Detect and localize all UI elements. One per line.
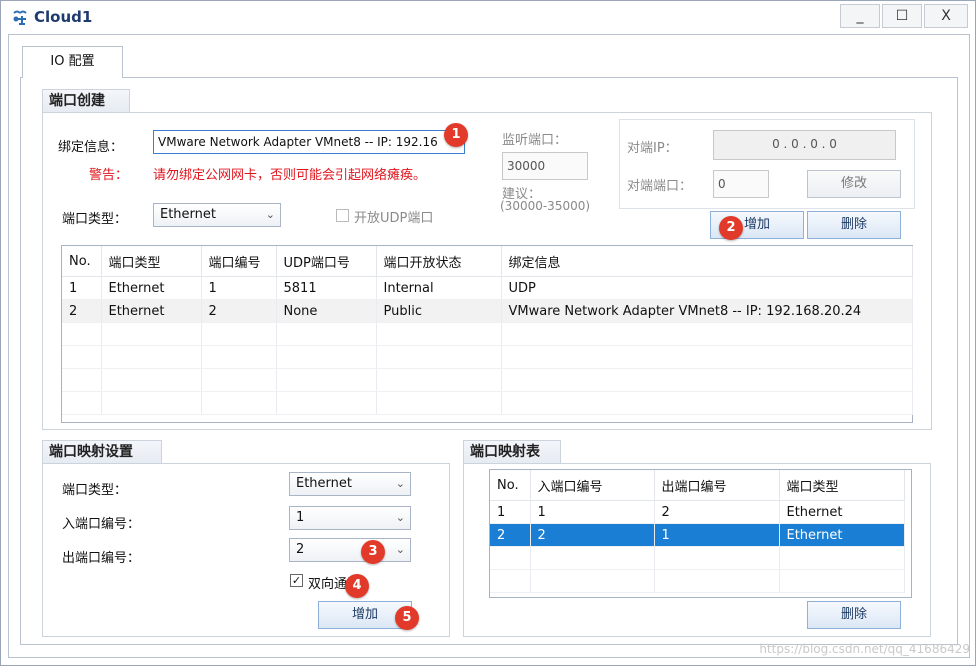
peer-ip-label: 对端IP：	[627, 141, 678, 156]
step-badge-5: 5	[395, 606, 419, 630]
map-port-type-select[interactable]: Ethernet ⌄	[289, 472, 411, 496]
table-cell: 1	[201, 276, 277, 300]
binding-label: 绑定信息：	[58, 140, 124, 155]
mapping-settings-header: 端口映射设置	[42, 440, 162, 464]
cloud-app-icon	[13, 10, 27, 25]
port-type-value: Ethernet	[160, 207, 216, 222]
out-port-value: 2	[296, 542, 305, 557]
mapping-table: No. 入端口编号 出端口编号 端口类型 1 1 2 Ethernet 2 2 …	[490, 470, 905, 593]
peer-ip-field[interactable]: 0 . 0 . 0 . 0	[713, 130, 896, 160]
empty-row	[62, 345, 913, 369]
column-header[interactable]: 端口类型	[779, 470, 905, 501]
empty-row	[62, 322, 913, 346]
column-header[interactable]: 入端口编号	[530, 470, 655, 501]
out-port-select[interactable]: 2 ⌄	[289, 538, 411, 562]
column-header[interactable]: 绑定信息	[501, 246, 913, 277]
column-header[interactable]: No.	[490, 470, 531, 501]
port-table: No. 端口类型 端口编号 UDP端口号 端口开放状态 绑定信息 1 Ether…	[62, 246, 913, 415]
minimize-button[interactable]: _	[840, 4, 880, 28]
table-cell: Ethernet	[101, 299, 202, 323]
binding-info-field[interactable]: VMware Network Adapter VMnet8 -- IP: 192…	[153, 130, 465, 154]
map-port-type-label: 端口类型：	[62, 483, 128, 498]
table-cell: 1	[490, 500, 531, 524]
table-row[interactable]: 1 Ethernet 1 5811 Internal UDP	[62, 276, 913, 300]
table-row[interactable]: 2 Ethernet 2 None Public VMware Network …	[62, 299, 913, 323]
chevron-down-icon: ⌄	[395, 477, 405, 490]
map-port-type-value: Ethernet	[296, 476, 352, 491]
chevron-down-icon: ⌄	[395, 543, 405, 556]
in-port-value: 1	[296, 510, 305, 525]
modify-button[interactable]: 修改	[807, 170, 901, 198]
column-header[interactable]: UDP端口号	[276, 246, 377, 277]
warning-text: 请勿绑定公网网卡，否则可能会引起网络瘫痪。	[153, 168, 427, 183]
table-cell: 1	[654, 523, 780, 547]
listen-port-label: 监听端口：	[502, 133, 568, 148]
open-udp-checkbox[interactable]	[336, 209, 349, 222]
table-cell: 2	[530, 523, 655, 547]
column-header[interactable]: 端口编号	[201, 246, 277, 277]
table-cell: Ethernet	[779, 523, 905, 547]
title-bar[interactable]: Cloud1 _ ☐ X	[1, 1, 975, 35]
in-port-select[interactable]: 1 ⌄	[289, 506, 411, 530]
peer-port-field[interactable]: 0	[713, 170, 769, 198]
table-cell: None	[276, 299, 377, 323]
suggest-range: (30000-35000)	[500, 199, 591, 213]
column-header[interactable]: No.	[62, 246, 102, 277]
chevron-down-icon: ⌄	[395, 511, 405, 524]
delete-mapping-button[interactable]: 删除	[807, 601, 901, 629]
table-cell: 2	[201, 299, 277, 323]
open-udp-label: 开放UDP端口	[354, 211, 434, 226]
table-cell: 2	[62, 299, 102, 323]
window-title: Cloud1	[34, 8, 93, 26]
maximize-button[interactable]: ☐	[882, 4, 922, 28]
empty-row	[62, 391, 913, 415]
close-button[interactable]: X	[924, 4, 968, 28]
listen-port-field[interactable]: 30000	[502, 152, 588, 180]
table-cell: 2	[490, 523, 531, 547]
delete-port-button[interactable]: 删除	[807, 211, 901, 239]
empty-row	[62, 368, 913, 392]
watermark: https://blog.csdn.net/qq_41686429	[759, 642, 970, 656]
empty-row	[490, 546, 905, 570]
step-badge-3: 3	[361, 540, 385, 564]
out-port-label: 出端口编号：	[62, 551, 141, 566]
step-badge-1: 1	[444, 123, 468, 147]
chevron-down-icon: ⌄	[265, 208, 275, 221]
mapping-table-header-row: No. 入端口编号 出端口编号 端口类型	[490, 470, 905, 501]
port-table-header: No. 端口类型 端口编号 UDP端口号 端口开放状态 绑定信息	[62, 246, 913, 277]
table-cell: Ethernet	[779, 500, 905, 524]
table-cell: UDP	[501, 276, 913, 300]
table-cell: VMware Network Adapter VMnet8 -- IP: 192…	[501, 299, 913, 323]
table-cell: 1	[530, 500, 655, 524]
table-cell: 5811	[276, 276, 377, 300]
port-type-select[interactable]: Ethernet ⌄	[153, 203, 281, 227]
in-port-label: 入端口编号：	[62, 517, 141, 532]
table-cell: 1	[62, 276, 102, 300]
column-header[interactable]: 端口类型	[101, 246, 202, 277]
peer-port-label: 对端端口：	[627, 179, 693, 194]
column-header[interactable]: 出端口编号	[654, 470, 780, 501]
tab-io-config[interactable]: IO 配置	[22, 46, 123, 78]
table-cell: Ethernet	[101, 276, 202, 300]
step-badge-2: 2	[719, 216, 743, 240]
port-type-label: 端口类型：	[62, 212, 128, 227]
warning-label: 警告：	[89, 168, 129, 183]
bidirectional-checkbox[interactable]: ✓	[290, 574, 303, 587]
table-cell: 2	[654, 500, 780, 524]
mapping-table-header: 端口映射表	[463, 440, 561, 464]
table-cell: Internal	[376, 276, 502, 300]
table-row[interactable]: 1 1 2 Ethernet	[490, 500, 905, 524]
table-cell: Public	[376, 299, 502, 323]
port-creation-header: 端口创建	[42, 89, 130, 113]
step-badge-4: 4	[345, 574, 369, 598]
column-header[interactable]: 端口开放状态	[376, 246, 502, 277]
empty-row	[490, 569, 905, 593]
table-row-selected[interactable]: 2 2 1 Ethernet	[490, 523, 905, 547]
